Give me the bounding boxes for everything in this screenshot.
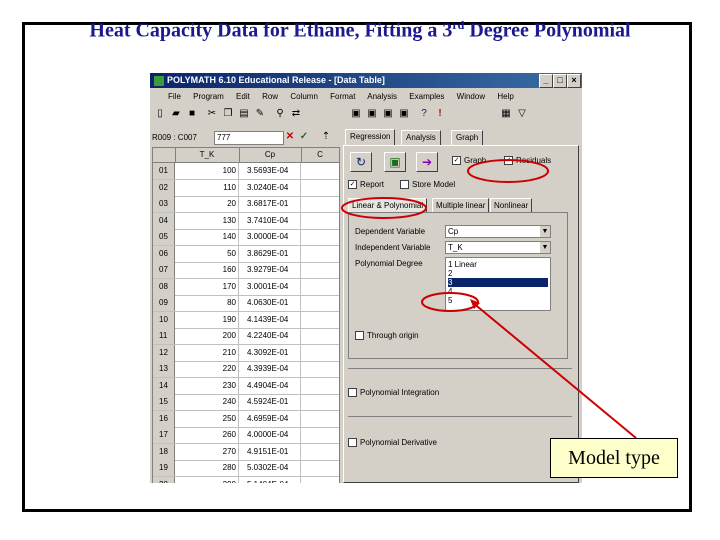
subtab-highlight <box>341 197 427 219</box>
graph-residuals-highlight <box>467 159 549 183</box>
callout-arrow <box>471 301 637 439</box>
model-type-callout: Model type <box>550 438 678 478</box>
degree-highlight <box>421 292 479 312</box>
